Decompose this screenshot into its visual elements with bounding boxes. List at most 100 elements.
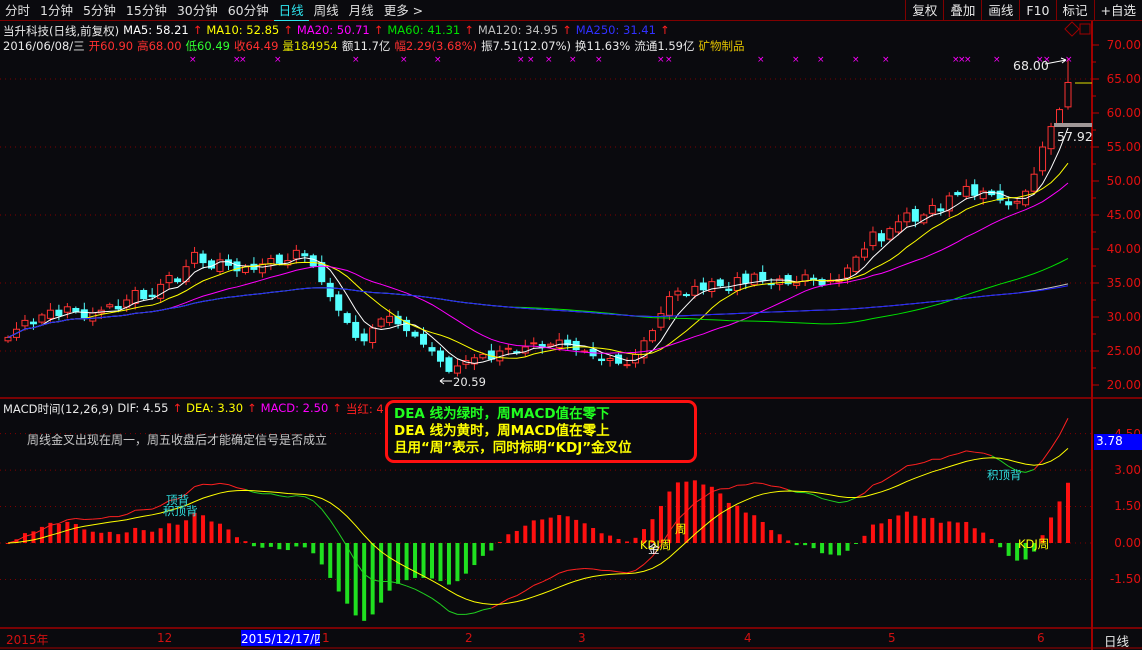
candle-up bbox=[665, 296, 673, 316]
candle-down bbox=[360, 333, 368, 342]
candle-down bbox=[682, 294, 690, 297]
quote-change: 幅2.29(3.68%) bbox=[394, 39, 478, 53]
draw-button[interactable]: 画线 bbox=[981, 0, 1019, 21]
macd-bar-positive bbox=[133, 527, 138, 543]
dif-segment bbox=[983, 452, 992, 457]
period-daily[interactable]: 日线 bbox=[273, 0, 309, 21]
dif-segment bbox=[635, 563, 645, 571]
candle-down bbox=[326, 282, 334, 298]
dif-segment bbox=[287, 495, 297, 498]
candle-up bbox=[453, 365, 461, 374]
dif-segment bbox=[754, 482, 763, 485]
candle-up bbox=[648, 330, 656, 342]
macd-bar-positive bbox=[947, 521, 952, 543]
dif-segment bbox=[236, 487, 246, 490]
up-arrow-icon: ↑ bbox=[192, 23, 203, 37]
diamond-icon bbox=[1064, 21, 1080, 37]
candle-up bbox=[674, 290, 682, 296]
macd-value: MACD: 2.50 bbox=[260, 401, 329, 415]
macd-bar-positive bbox=[896, 515, 901, 543]
quote-open: 开60.90 bbox=[88, 39, 134, 53]
ma10-line bbox=[7, 162, 1069, 359]
quote-volume: 量184954 bbox=[282, 39, 338, 53]
quote-sector[interactable]: 矿物制品 bbox=[698, 38, 744, 54]
dif-segment bbox=[253, 491, 263, 495]
ma-legend: 当升科技(日线,前复权) MA5: 58.21 ↑ MA10: 52.85 ↑ MA… bbox=[3, 23, 674, 39]
candle-down bbox=[114, 305, 122, 310]
period-30min[interactable]: 30分钟 bbox=[172, 0, 223, 21]
period-weekly[interactable]: 周线 bbox=[309, 0, 344, 21]
signal-marker: × bbox=[595, 55, 603, 65]
high-price-label: 68.00 bbox=[1013, 58, 1049, 73]
signal-marker: × bbox=[527, 55, 535, 65]
acc-top-divergence-label: 积顶背 bbox=[163, 504, 198, 518]
low-price-label: 20.59 bbox=[453, 375, 486, 389]
f10-button[interactable]: F10 bbox=[1019, 0, 1055, 21]
period-more[interactable]: 更多 > bbox=[379, 0, 428, 21]
add-watchlist-button[interactable]: +自选 bbox=[1093, 0, 1142, 21]
kdj-week-label-2: KDJ周 bbox=[1018, 537, 1050, 551]
macd-current-value: 3.78 bbox=[1094, 434, 1142, 450]
dif-segment bbox=[889, 471, 899, 478]
time-cursor-label: 2015/12/17/四 bbox=[241, 630, 320, 646]
macd-bar-negative bbox=[421, 543, 426, 578]
macd-bar-negative bbox=[998, 543, 1003, 548]
up-arrow-icon: ↑ bbox=[464, 23, 474, 37]
legend-line-1: DEA 线为绿时，周MACD值在零下 bbox=[394, 406, 610, 422]
period-fenshi[interactable]: 分时 bbox=[0, 0, 35, 21]
dea-line bbox=[7, 447, 1069, 605]
period-5min[interactable]: 5分钟 bbox=[78, 0, 121, 21]
period-monthly[interactable]: 月线 bbox=[344, 0, 379, 21]
macd-bar-positive bbox=[752, 515, 757, 543]
candle-up bbox=[733, 277, 741, 291]
candle-down bbox=[436, 350, 444, 362]
candle-down bbox=[877, 233, 885, 242]
macd-bar-positive bbox=[667, 491, 672, 543]
macd-bar-positive bbox=[514, 530, 519, 543]
dif-segment bbox=[270, 493, 280, 497]
overlay-button[interactable]: 叠加 bbox=[943, 0, 981, 21]
dif-segment bbox=[219, 482, 229, 486]
macd-bar-positive bbox=[99, 532, 104, 543]
chart-canvas[interactable]: × ×× × × × × × × × × × × × × × × × × ××× × × × × bbox=[0, 0, 1142, 650]
macd-bar-positive bbox=[158, 528, 163, 543]
adjust-button[interactable]: 复权 bbox=[905, 0, 943, 21]
macd-bar-positive bbox=[760, 521, 765, 543]
macd-tick: 0.00 bbox=[1114, 536, 1141, 550]
candle-down bbox=[148, 294, 156, 298]
candle-down bbox=[411, 331, 419, 337]
signal-marker: × bbox=[817, 55, 825, 65]
macd-bar-positive bbox=[633, 537, 638, 543]
period-1min[interactable]: 1分钟 bbox=[35, 0, 78, 21]
macd-bar-positive bbox=[599, 533, 604, 543]
up-arrow-icon: ↑ bbox=[172, 401, 183, 415]
candle-down bbox=[428, 347, 436, 352]
macd-bar-positive bbox=[116, 534, 121, 543]
dif-segment bbox=[75, 517, 85, 520]
dif-segment bbox=[923, 458, 933, 464]
signal-marker: × bbox=[1065, 55, 1073, 65]
period-label[interactable]: 日线 bbox=[1104, 631, 1129, 650]
candle-up bbox=[691, 285, 699, 296]
candle-down bbox=[742, 273, 750, 284]
candle-up bbox=[632, 353, 640, 364]
dif-segment bbox=[296, 495, 305, 498]
signal-marker: × bbox=[657, 55, 665, 65]
macd-bar-positive bbox=[701, 484, 706, 543]
stock-title: 当升科技(日线,前复权) bbox=[3, 24, 120, 38]
dif-segment bbox=[771, 485, 780, 488]
period-60min[interactable]: 60分钟 bbox=[223, 0, 274, 21]
signal-marker: × bbox=[882, 55, 890, 65]
dif-segment bbox=[779, 486, 789, 491]
dif-segment bbox=[626, 569, 636, 574]
macd-bar-negative bbox=[820, 543, 825, 554]
macd-bar-positive bbox=[531, 520, 536, 543]
macd-bar-positive bbox=[938, 522, 943, 543]
candle-up bbox=[793, 282, 801, 286]
candle-down bbox=[140, 289, 148, 300]
dif-segment bbox=[838, 500, 848, 504]
macd-bar-positive bbox=[150, 531, 155, 543]
mark-button[interactable]: 标记 bbox=[1055, 0, 1094, 21]
candle-up bbox=[657, 313, 665, 328]
period-15min[interactable]: 15分钟 bbox=[121, 0, 172, 21]
